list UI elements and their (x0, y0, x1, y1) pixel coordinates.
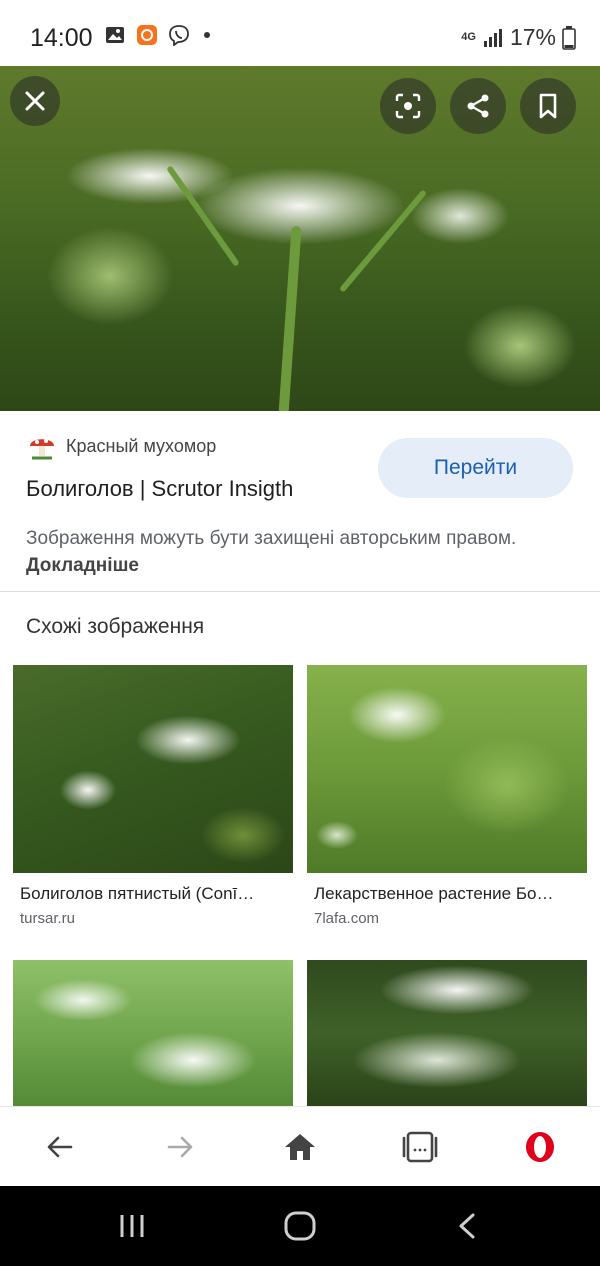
forward-button[interactable] (160, 1127, 200, 1167)
tabs-icon (402, 1131, 438, 1163)
close-icon (25, 91, 45, 111)
similar-image-thumbnail[interactable] (13, 665, 293, 873)
hero-image[interactable] (0, 66, 600, 411)
copyright-text: Зображення можуть бути захищені авторськ… (26, 528, 517, 549)
opera-icon (526, 1132, 554, 1162)
forward-icon (167, 1136, 193, 1158)
lens-button[interactable] (380, 78, 436, 134)
viber-icon (169, 25, 189, 46)
back-system-icon[interactable] (455, 1212, 479, 1240)
learn-more-link[interactable]: Докладніше (26, 555, 139, 576)
divider (0, 591, 600, 592)
plant-stem (338, 189, 428, 293)
source-row[interactable]: Красный мухомор (26, 430, 216, 462)
lens-icon (395, 93, 421, 119)
back-icon (47, 1136, 73, 1158)
home-icon (285, 1134, 315, 1160)
similar-image-thumbnail[interactable] (307, 960, 587, 1106)
status-time: 14:00 (30, 24, 93, 52)
similar-image-thumbnail[interactable] (307, 665, 587, 873)
result-title[interactable]: Болиголов | Scrutor Insigth (26, 476, 293, 502)
network-type: 4G (461, 31, 476, 43)
status-right: 4G 17% (461, 24, 576, 51)
home-system-icon[interactable] (283, 1210, 317, 1242)
app-notification-icon (137, 25, 157, 45)
back-button[interactable] (40, 1127, 80, 1167)
gallery-icon (106, 27, 124, 43)
system-navigation-bar (0, 1186, 600, 1266)
similar-image-caption[interactable]: Болиголов пятнистый (Conī… (20, 884, 282, 904)
bookmark-button[interactable] (520, 78, 576, 134)
share-icon (467, 94, 489, 118)
battery-icon (562, 25, 576, 50)
plant-stem (166, 165, 240, 267)
plant-stem (278, 225, 302, 411)
source-name[interactable]: Красный мухомор (66, 436, 216, 457)
tabs-button[interactable] (400, 1127, 440, 1167)
status-bar: 14:00 4G 17% (0, 0, 600, 66)
signal-icon (483, 28, 502, 47)
close-button[interactable] (10, 76, 60, 126)
similar-image-domain: tursar.ru (20, 910, 76, 927)
share-button[interactable] (450, 78, 506, 134)
visit-button[interactable]: Перейти (378, 438, 573, 498)
battery-percent: 17% (509, 24, 556, 50)
browser-toolbar (0, 1106, 600, 1187)
more-notifications-dot (204, 32, 210, 38)
recent-apps-icon[interactable] (118, 1212, 146, 1240)
similar-image-caption[interactable]: Лекарственное растение Бо… (314, 884, 584, 904)
similar-image-thumbnail[interactable] (13, 960, 293, 1106)
similar-images-heading: Схожі зображення (26, 615, 205, 638)
notification-icons (104, 24, 210, 46)
home-button[interactable] (280, 1127, 320, 1167)
opera-menu-button[interactable] (520, 1127, 560, 1167)
similar-image-domain: 7lafa.com (314, 910, 380, 927)
copyright-notice: Зображення можуть бути захищені авторськ… (26, 525, 586, 579)
bookmark-icon (539, 93, 557, 119)
site-favicon (30, 439, 54, 460)
